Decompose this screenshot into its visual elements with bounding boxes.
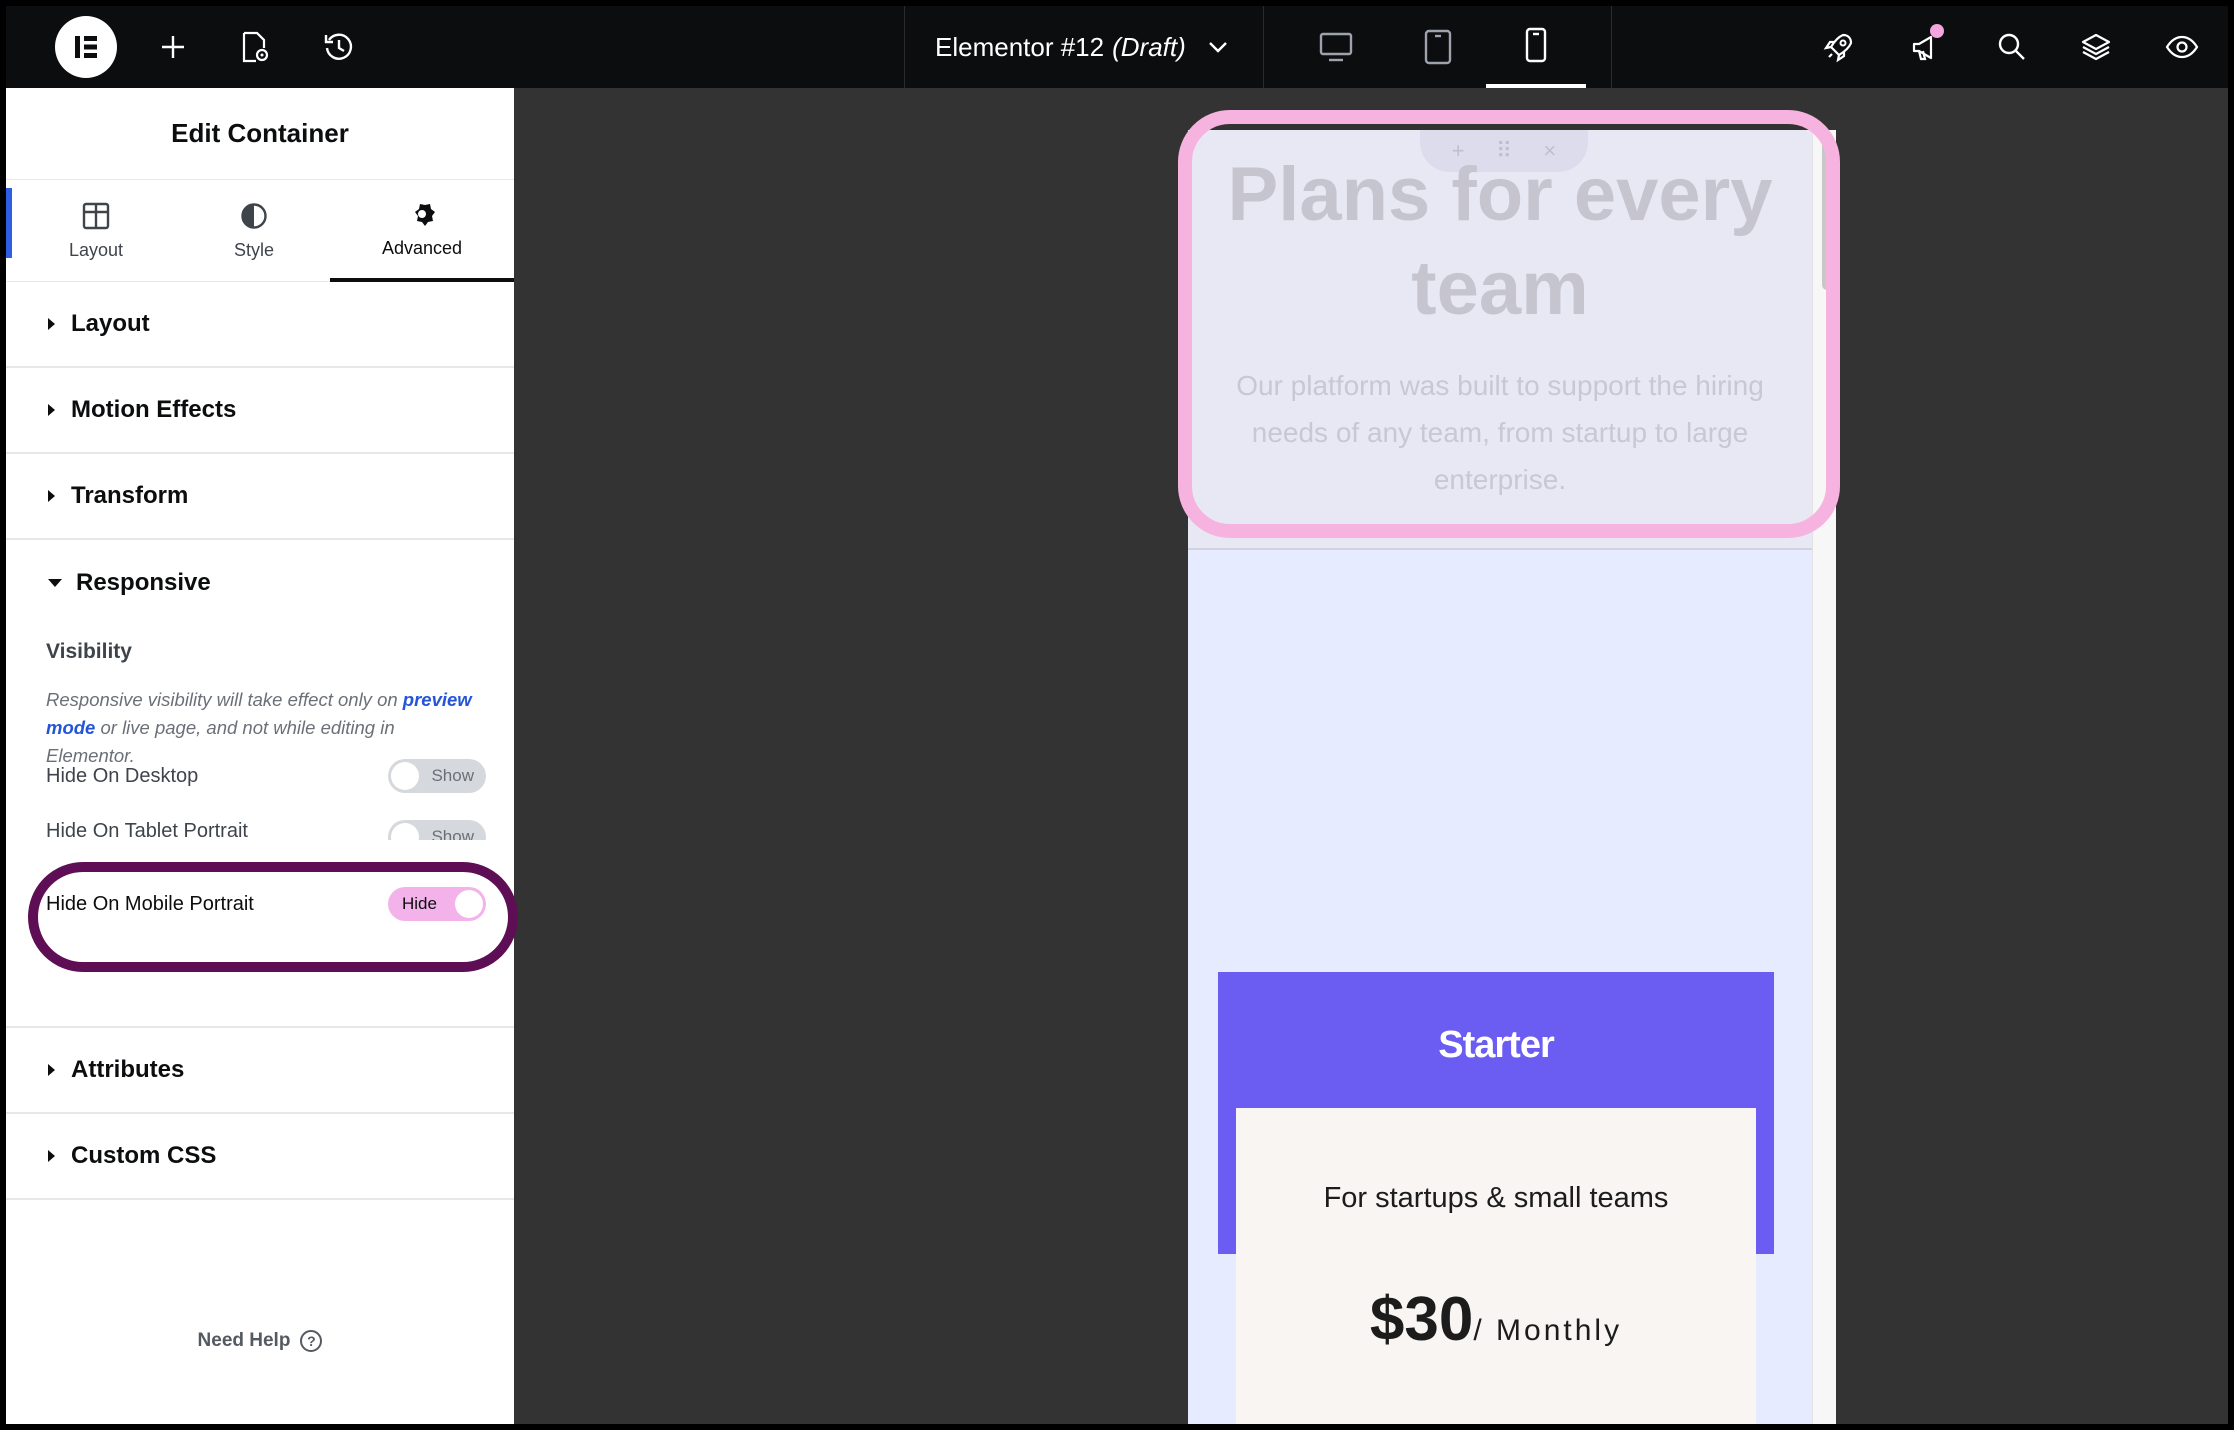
editor-panel: Edit Container Layout Style Advanced Lay…: [6, 88, 518, 1424]
hide-on-mobile-toggle[interactable]: Hide: [388, 887, 486, 921]
document-title: Elementor #12: [935, 31, 1105, 62]
search-icon: [1998, 33, 2025, 60]
section-motion-effects-title: Motion Effects: [71, 396, 237, 423]
top-bar: Elementor #12 (Draft): [6, 6, 2228, 88]
page-settings-icon: [242, 31, 269, 63]
search-button[interactable]: [1982, 6, 2042, 88]
tab-layout[interactable]: Layout: [16, 180, 176, 282]
contrast-icon: [241, 202, 267, 229]
need-help-link[interactable]: Need Help ?: [6, 1330, 514, 1352]
caret-right-icon: [48, 1150, 55, 1162]
columns-icon: [82, 202, 110, 229]
section-transform[interactable]: Transform: [6, 454, 514, 540]
tab-style-label: Style: [233, 239, 275, 260]
panel-title: Edit Container: [6, 88, 514, 180]
tab-advanced[interactable]: Advanced: [330, 180, 514, 282]
rocket-icon: [1823, 33, 1853, 63]
section-custom-css[interactable]: Custom CSS: [6, 1114, 514, 1200]
mobile-icon: [1525, 27, 1547, 63]
caret-right-icon: [48, 490, 55, 502]
eye-icon: [2165, 35, 2199, 59]
desktop-view-button[interactable]: [1286, 6, 1386, 88]
section-custom-css-title: Custom CSS: [71, 1142, 217, 1169]
toggle-state: Show: [431, 766, 474, 785]
desktop-icon: [1319, 32, 1353, 62]
section-attributes-title: Attributes: [71, 1056, 185, 1083]
history-button[interactable]: [312, 6, 366, 88]
preview-button[interactable]: [2152, 6, 2212, 88]
pricing-card-starter: Starter For startups & small teams $30/ …: [1218, 972, 1774, 1424]
mobile-view-button[interactable]: [1486, 6, 1586, 88]
hide-on-desktop-label: Hide On Desktop: [46, 764, 199, 787]
gear-icon: [415, 200, 435, 226]
structure-button[interactable]: [2066, 6, 2126, 88]
note-text: Responsive visibility will take effect o…: [46, 689, 403, 710]
layers-icon: [2081, 33, 2111, 61]
document-status: (Draft): [1112, 31, 1186, 62]
hide-on-tablet-row: Hide On Tablet Portrait Show: [46, 820, 486, 840]
page-settings-button[interactable]: [228, 6, 282, 88]
tab-advanced-label: Advanced: [381, 237, 463, 258]
tab-style[interactable]: Style: [174, 180, 334, 282]
plan-price: $30/ Monthly: [1236, 1284, 1756, 1355]
device-switcher: [1264, 6, 1612, 88]
notification-dot: [1930, 24, 1944, 38]
section-responsive: Responsive Visibility Responsive visibil…: [6, 540, 518, 1028]
whats-new-button[interactable]: [1896, 6, 1956, 88]
visibility-heading: Visibility: [46, 640, 132, 663]
elementor-editor: Elementor #12 (Draft) Edit Container Lay…: [0, 0, 2234, 1430]
tablet-icon: [1424, 29, 1452, 65]
caret-down-icon: [48, 579, 62, 587]
hidden-container-highlight: [1178, 110, 1840, 538]
elementor-menu-button[interactable]: [54, 6, 118, 88]
tablet-view-button[interactable]: [1388, 6, 1488, 88]
getting-started-button[interactable]: [1809, 6, 1869, 88]
plan-name: Starter: [1438, 1024, 1555, 1066]
panel-tabs: Layout Style Advanced: [6, 180, 514, 282]
hide-on-tablet-toggle[interactable]: Show: [388, 820, 486, 840]
hide-on-mobile-label: Hide On Mobile Portrait: [46, 892, 254, 915]
elementor-logo-icon: [55, 16, 117, 78]
section-layout-title: Layout: [71, 310, 150, 337]
section-motion-effects[interactable]: Motion Effects: [6, 368, 514, 454]
hide-on-desktop-toggle[interactable]: Show: [388, 759, 486, 793]
toggle-knob: [455, 890, 483, 918]
section-transform-title: Transform: [71, 482, 189, 509]
help-icon: ?: [300, 1330, 323, 1352]
pricing-card-body: For startups & small teams $30/ Monthly: [1236, 1108, 1756, 1424]
toggle-knob: [391, 762, 419, 790]
chevron-down-icon: [1208, 42, 1227, 53]
section-attributes[interactable]: Attributes: [6, 1028, 514, 1114]
hide-on-desktop-row: Hide On Desktop Show: [46, 756, 486, 796]
preview-canvas: + ⠿ × Plans for every team Our platform …: [514, 88, 2228, 1424]
toggle-state: Show: [431, 827, 474, 840]
toggle-state: Hide: [402, 894, 437, 913]
price-amount: $30: [1369, 1285, 1474, 1354]
need-help-label: Need Help: [197, 1330, 291, 1351]
section-responsive-header[interactable]: Responsive: [6, 540, 514, 626]
hide-on-mobile-row: Hide On Mobile Portrait Hide: [46, 884, 486, 924]
history-icon: [324, 33, 353, 60]
plus-icon: [162, 36, 184, 58]
plan-tagline: For startups & small teams: [1323, 1182, 1669, 1214]
price-period: / Monthly: [1473, 1314, 1623, 1347]
tab-layout-label: Layout: [68, 239, 124, 260]
advanced-sections: Layout Motion Effects Transform Responsi…: [6, 282, 518, 1200]
document-title-dropdown[interactable]: Elementor #12 (Draft): [904, 6, 1264, 88]
caret-right-icon: [48, 1064, 55, 1076]
caret-right-icon: [48, 318, 55, 330]
add-element-button[interactable]: [146, 6, 200, 88]
toggle-knob: [391, 823, 419, 840]
hide-on-tablet-label: Hide On Tablet Portrait: [46, 820, 248, 840]
section-responsive-title: Responsive: [76, 569, 211, 596]
caret-right-icon: [48, 404, 55, 416]
section-layout[interactable]: Layout: [6, 282, 514, 368]
